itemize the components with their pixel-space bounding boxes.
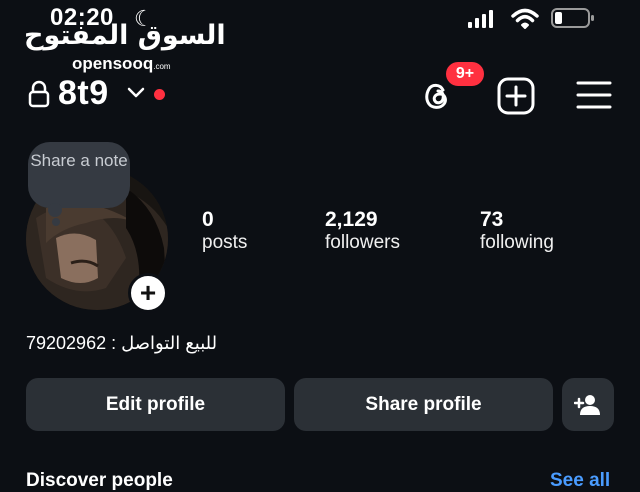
watermark-tld: .com [153,62,171,71]
add-story-button[interactable]: + [128,273,168,313]
profile-username[interactable]: 8t9 [58,74,109,113]
discover-people-heading: Discover people [26,470,173,491]
stat-posts[interactable]: 0 posts [202,208,247,254]
stat-label: posts [202,232,248,253]
new-post-icon[interactable] [496,76,536,116]
see-all-link[interactable]: See all [550,470,610,492]
stat-value: 0 [202,208,214,231]
menu-icon[interactable] [574,78,614,112]
profile-bio: للبيع التواصل : 79202962 [26,333,218,353]
discover-people-button[interactable] [562,378,614,431]
notification-badge: 9+ [444,60,486,88]
share-profile-button[interactable]: Share profile [294,378,553,431]
note-bubble-tail [48,203,62,217]
note-bubble-tail-small [52,218,60,226]
watermark-brand-name: opensooq [72,54,154,73]
chevron-down-icon[interactable] [126,86,146,100]
stat-followers[interactable]: 2,129 followers [325,208,400,254]
wifi-icon [511,8,539,29]
stat-label: following [480,232,554,253]
stat-following[interactable]: 73 following [480,208,554,254]
cellular-signal-icon [468,10,493,28]
stat-value: 73 [480,208,504,231]
watermark-arabic: السوق المفتوح [24,20,226,51]
add-person-icon [574,394,600,415]
share-note-bubble[interactable]: Share a note [28,142,130,208]
stat-value: 2,129 [325,208,378,231]
watermark-brand: opensooq.com [72,54,171,74]
battery-icon [551,8,594,28]
stat-label: followers [325,232,400,253]
unread-dot [154,89,165,100]
edit-profile-button[interactable]: Edit profile [26,378,285,431]
lock-icon [28,80,50,108]
